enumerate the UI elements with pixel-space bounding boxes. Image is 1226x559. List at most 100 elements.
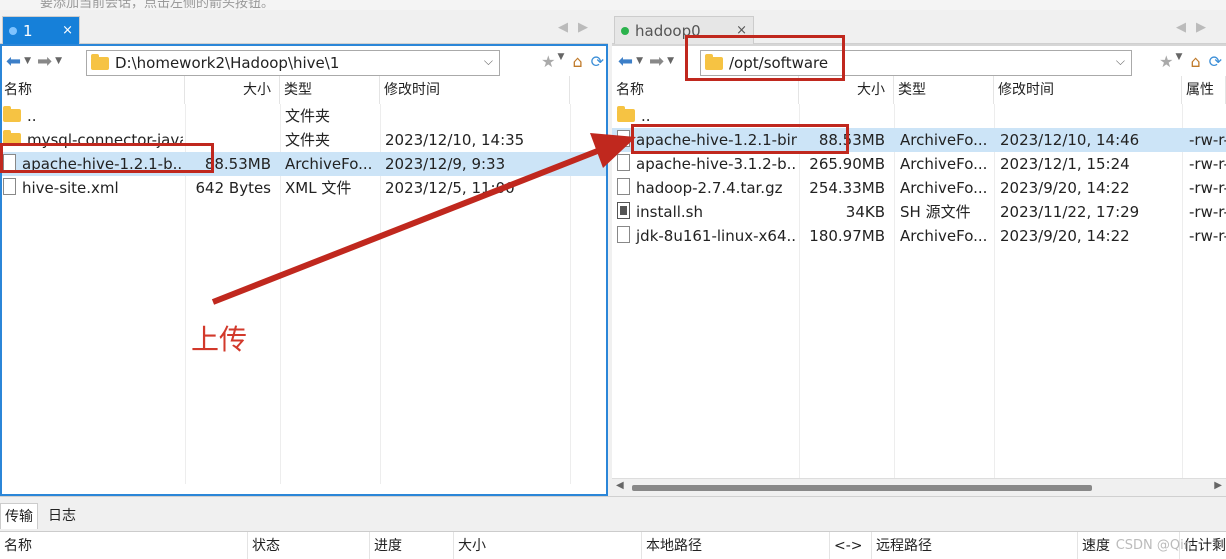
annotation-source-box	[0, 143, 214, 173]
col-attributes[interactable]: 属性	[1182, 76, 1226, 104]
close-icon[interactable]: ×	[62, 23, 73, 38]
col-name[interactable]: 名称	[0, 76, 185, 104]
cell-type: ArchiveFo...	[900, 155, 988, 173]
scrollbar-thumb[interactable]	[632, 485, 1092, 491]
local-file-header: 名称 大小 类型 修改时间	[0, 76, 608, 104]
right_pane-file-row[interactable]: jdk-8u161-linux-x64... 180.97MB ArchiveFo.…	[612, 224, 1226, 248]
cell-type	[900, 104, 992, 128]
cell-type: ArchiveFo...	[900, 227, 988, 245]
horizontal-scrollbar[interactable]: ◀ ▶	[612, 478, 1226, 496]
tab-scroll-arrows[interactable]: ◀▶	[558, 20, 598, 35]
home-folder-icon[interactable]: ⌂	[572, 52, 582, 71]
file-icon	[617, 130, 630, 147]
local-toolbar: ⬅ ▼ ➡ ▼ D:\homework2\Hadoop\hive\1 ⌵ ★ ▼ ⌂ …	[0, 44, 608, 76]
right_pane-file-row[interactable]: hadoop-2.7.4.tar.gz 254.33MB ArchiveFo... 2…	[612, 176, 1226, 200]
local-path-text: D:\homework2\Hadoop\hive\1	[115, 54, 340, 72]
cell-attr: -rw-r--r--	[1189, 131, 1226, 149]
refresh-icon[interactable]: ⟳	[591, 52, 604, 71]
tab-transfer[interactable]: 传输	[0, 503, 38, 529]
col-transfer-name[interactable]: 名称	[0, 532, 248, 559]
folder-icon	[3, 106, 21, 122]
col-transfer-progress[interactable]: 进度	[370, 532, 454, 559]
col-transfer-status[interactable]: 状态	[248, 532, 370, 559]
annotation-target-box	[631, 124, 849, 154]
col-modified[interactable]: 修改时间	[380, 76, 570, 104]
cell-name: hive-site.xml	[3, 176, 183, 200]
local-pane: 1 × ◀▶ ⬅ ▼ ➡ ▼ D:\homework2\Hadoop\hive\1 …	[0, 10, 608, 496]
back-arrow-icon[interactable]: ⬅	[618, 51, 633, 72]
scroll-right-icon[interactable]: ▶	[1214, 480, 1222, 491]
cell-type: ArchiveFo...	[900, 179, 988, 197]
chevron-down-icon[interactable]: ▼	[636, 56, 643, 66]
cell-size: 34KB	[845, 203, 885, 221]
forward-arrow-icon[interactable]: ➡	[37, 51, 52, 72]
file-icon	[617, 154, 630, 171]
annotation-path-box	[685, 35, 845, 81]
col-size[interactable]: 大小	[185, 76, 280, 104]
back-arrow-icon[interactable]: ⬅	[6, 51, 21, 72]
remote-pane: hadoop0 × ◀▶ ⬅ ▼ ➡ ▼ /opt/software ⌵ ★ ▼ ⌂ …	[612, 10, 1226, 496]
right_pane-file-row[interactable]: install.sh 34KB SH 源文件 2023/11/22, 17:29 -rw…	[612, 200, 1226, 224]
col-transfer-size[interactable]: 大小	[454, 532, 642, 559]
cell-size: 265.90MB	[809, 155, 885, 173]
left_pane-file-row[interactable]: .. 文件夹	[0, 104, 608, 128]
cell-type: SH 源文件	[900, 203, 971, 221]
col-remote-path[interactable]: 远程路径	[872, 532, 1078, 559]
watermark-text: CSDN @Qin	[1115, 538, 1192, 553]
chevron-down-icon[interactable]: ▼	[1176, 52, 1183, 71]
col-modified[interactable]: 修改时间	[994, 76, 1182, 104]
chevron-down-icon[interactable]: ⌵	[484, 54, 493, 69]
home-folder-icon[interactable]: ⌂	[1190, 52, 1200, 71]
cell-attr: -rw-r--r--	[1189, 155, 1226, 173]
chevron-down-icon[interactable]: ▼	[558, 52, 565, 71]
cell-modified: 2023/11/22, 17:29	[1000, 203, 1140, 221]
bookmark-star-icon[interactable]: ★	[541, 52, 555, 71]
cell-size: 180.97MB	[809, 227, 885, 245]
chevron-down-icon[interactable]: ▼	[667, 56, 674, 66]
cell-attr: -rw-r--r--	[1189, 179, 1226, 197]
tab-scroll-arrows[interactable]: ◀▶	[1176, 20, 1216, 35]
top-hint-text: 要添加当前会话，点击左侧的箭头按钮。	[40, 0, 275, 10]
folder-icon	[617, 106, 635, 122]
bookmark-star-icon[interactable]: ★	[1159, 52, 1173, 71]
cell-attr: -rw-r--r--	[1189, 203, 1226, 221]
scroll-left-icon[interactable]: ◀	[616, 480, 624, 491]
tab-label: 1	[23, 21, 33, 40]
col-type[interactable]: 类型	[894, 76, 994, 104]
cell-type: ArchiveFo...	[285, 155, 373, 173]
col-direction[interactable]: <->	[830, 532, 872, 559]
right_pane-file-row[interactable]: apache-hive-3.1.2-b... 265.90MB ArchiveFo.…	[612, 152, 1226, 176]
folder-icon	[91, 53, 109, 70]
cell-size	[185, 104, 271, 128]
file-icon	[3, 178, 16, 195]
cell-type: 文件夹	[285, 131, 331, 149]
cell-modified: 2023/12/5, 11:00	[385, 179, 515, 197]
chevron-down-icon[interactable]: ⌵	[1116, 54, 1125, 69]
refresh-icon[interactable]: ⟳	[1209, 52, 1222, 71]
sh-icon	[617, 202, 630, 219]
cell-modified: 2023/12/1, 15:24	[1000, 155, 1130, 173]
chevron-down-icon[interactable]: ▼	[24, 56, 31, 66]
file-icon	[617, 226, 630, 243]
upload-annotation-label: 上传	[191, 323, 248, 356]
cell-name: hadoop-2.7.4.tar.gz	[617, 176, 797, 200]
chevron-down-icon[interactable]: ▼	[55, 56, 62, 66]
tab-local-1[interactable]: 1 ×	[2, 16, 80, 44]
cell-name: install.sh	[617, 200, 797, 224]
transfer-panel: 传输 日志 名称 状态 进度 大小 本地路径 <-> 远程路径 速度 估计剩	[0, 496, 1226, 559]
cell-modified: 2023/12/9, 9:33	[385, 155, 506, 173]
forward-arrow-icon[interactable]: ➡	[649, 51, 664, 72]
col-local-path[interactable]: 本地路径	[642, 532, 830, 559]
tab-log[interactable]: 日志	[44, 503, 80, 529]
cell-type: ArchiveFo...	[900, 131, 988, 149]
col-type[interactable]: 类型	[280, 76, 380, 104]
cell-name: ..	[3, 104, 183, 128]
tab-status-dot	[621, 26, 629, 35]
cell-modified	[1000, 104, 1180, 128]
local-path-field[interactable]: D:\homework2\Hadoop\hive\1 ⌵	[86, 50, 500, 76]
cell-type: 文件夹	[285, 107, 331, 125]
cell-size: 254.33MB	[809, 179, 885, 197]
cell-modified	[385, 104, 569, 128]
cell-name: apache-hive-3.1.2-b...	[617, 152, 797, 176]
left_pane-file-row[interactable]: hive-site.xml 642 Bytes XML 文件 2023/12/5, 1…	[0, 176, 608, 200]
